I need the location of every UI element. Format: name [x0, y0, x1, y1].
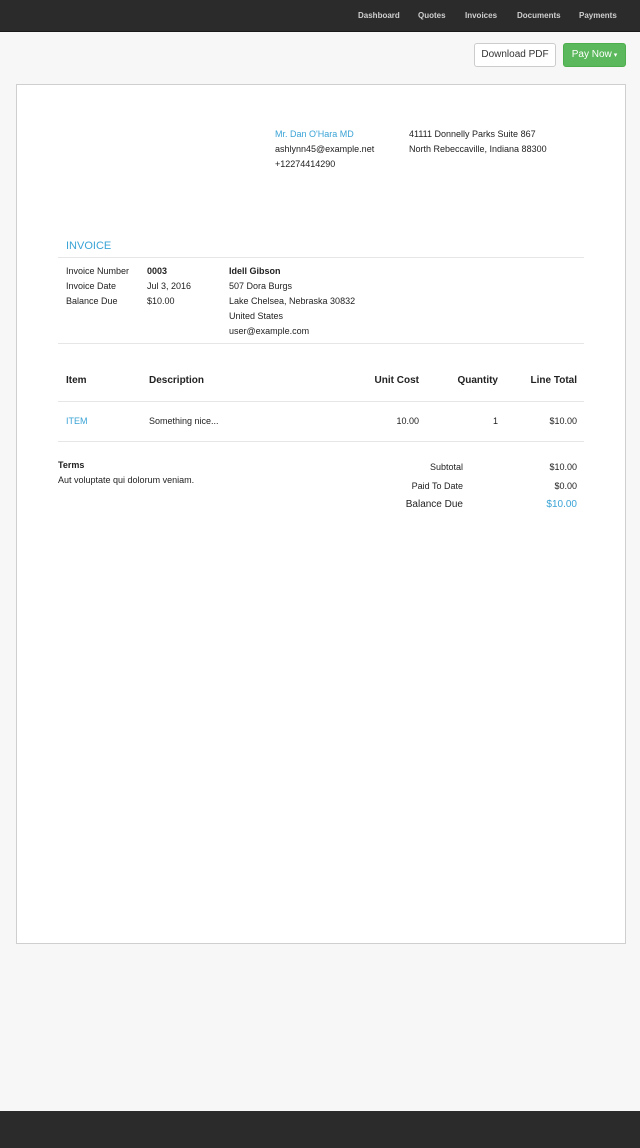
row-unit-cost: 10.00 — [396, 416, 419, 426]
invoice-number-label: Invoice Number — [66, 266, 130, 276]
terms-text: Aut voluptate qui dolorum veniam. — [58, 475, 195, 485]
client-street: 507 Dora Burgs — [229, 281, 293, 291]
nav-documents[interactable]: Documents — [517, 0, 561, 32]
total-balance-due-label: Balance Due — [405, 499, 463, 510]
subtotal-label: Subtotal — [429, 462, 463, 472]
subtotal-value: $10.00 — [549, 462, 577, 472]
invoice-heading: INVOICE — [66, 240, 112, 252]
company-address-line1: 41111 Donnelly Parks Suite 867 — [409, 129, 536, 139]
paid-to-date-value: $0.00 — [554, 481, 577, 491]
column-header-line-total: Line Total — [530, 375, 577, 386]
total-balance-due-value: $10.00 — [546, 499, 577, 510]
invoice-date-value: Jul 3, 2016 — [147, 281, 192, 291]
download-pdf-label: Download PDF — [481, 49, 549, 60]
paid-to-date-label: Paid To Date — [411, 481, 463, 491]
row-description: Something nice... — [149, 416, 219, 426]
company-email: ashlynn45@example.net — [275, 144, 375, 154]
nav-quotes[interactable]: Quotes — [418, 0, 446, 32]
nav-payments[interactable]: Payments — [579, 0, 617, 32]
client-country: United States — [229, 311, 284, 321]
company-phone: +12274414290 — [275, 159, 336, 169]
footer-bar — [0, 1111, 640, 1148]
client-name: Idell Gibson — [229, 266, 281, 276]
column-header-description: Description — [149, 375, 205, 386]
balance-due-value: $10.00 — [147, 296, 175, 306]
terms-label: Terms — [58, 460, 85, 470]
divider — [58, 401, 584, 402]
download-pdf-button[interactable]: Download PDF — [474, 43, 556, 67]
divider — [58, 257, 584, 258]
company-contact-name: Mr. Dan O'Hara MD — [275, 129, 354, 139]
client-email: user@example.com — [229, 326, 310, 336]
company-address-line2: North Rebeccaville, Indiana 88300 — [409, 144, 547, 154]
divider — [58, 441, 584, 442]
nav-dashboard[interactable]: Dashboard — [358, 0, 400, 32]
pay-now-button[interactable]: Pay Now ▾ — [563, 43, 626, 67]
column-header-unit-cost: Unit Cost — [374, 375, 419, 386]
nav-invoices[interactable]: Invoices — [465, 0, 497, 32]
row-quantity: 1 — [492, 416, 498, 426]
balance-due-label: Balance Due — [66, 296, 118, 306]
column-header-quantity: Quantity — [457, 375, 498, 386]
pay-now-label: Pay Now — [571, 49, 612, 60]
row-item: ITEM — [66, 416, 88, 426]
invoice-date-label: Invoice Date — [66, 281, 117, 291]
client-city-state: Lake Chelsea, Nebraska 30832 — [229, 296, 356, 306]
chevron-down-icon: ▾ — [613, 52, 618, 59]
invoice-document: Mr. Dan O'Hara MD ashlynn45@example.net … — [16, 84, 626, 944]
row-line-total: $10.00 — [549, 416, 577, 426]
column-header-item: Item — [66, 375, 87, 386]
invoice-number-value: 0003 — [147, 266, 168, 276]
top-navbar: Dashboard Quotes Invoices Documents Paym… — [0, 0, 640, 32]
divider — [58, 343, 584, 344]
